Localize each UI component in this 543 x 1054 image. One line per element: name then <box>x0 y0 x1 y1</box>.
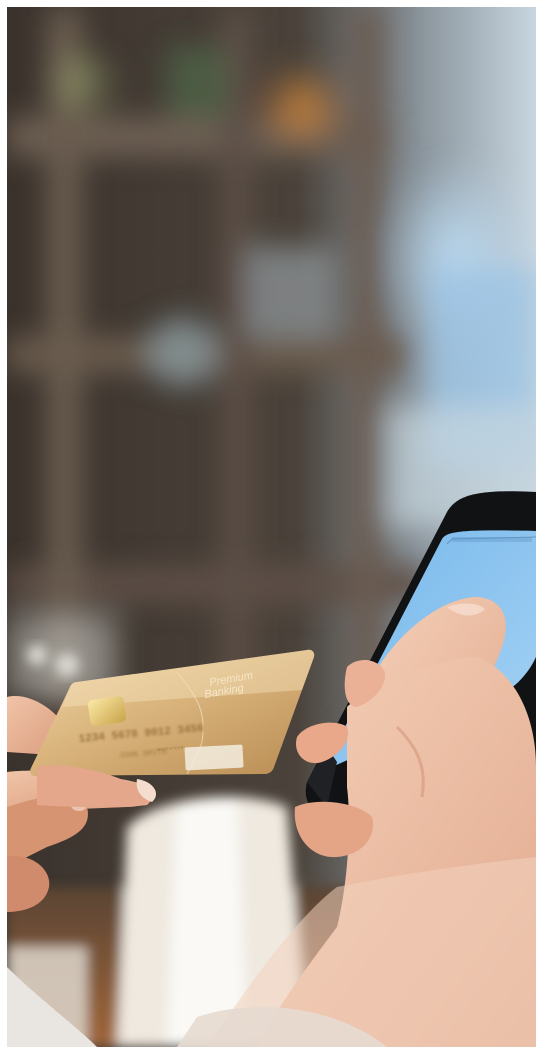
status-bar-icon <box>452 537 532 542</box>
card-chip-icon <box>88 696 126 726</box>
hologram-icon <box>184 744 244 771</box>
payment-photo: Premium Banking 1234 5678 9012 3456 MONT… <box>7 7 536 1047</box>
photo-frame: Premium Banking 1234 5678 9012 3456 MONT… <box>7 7 536 1047</box>
